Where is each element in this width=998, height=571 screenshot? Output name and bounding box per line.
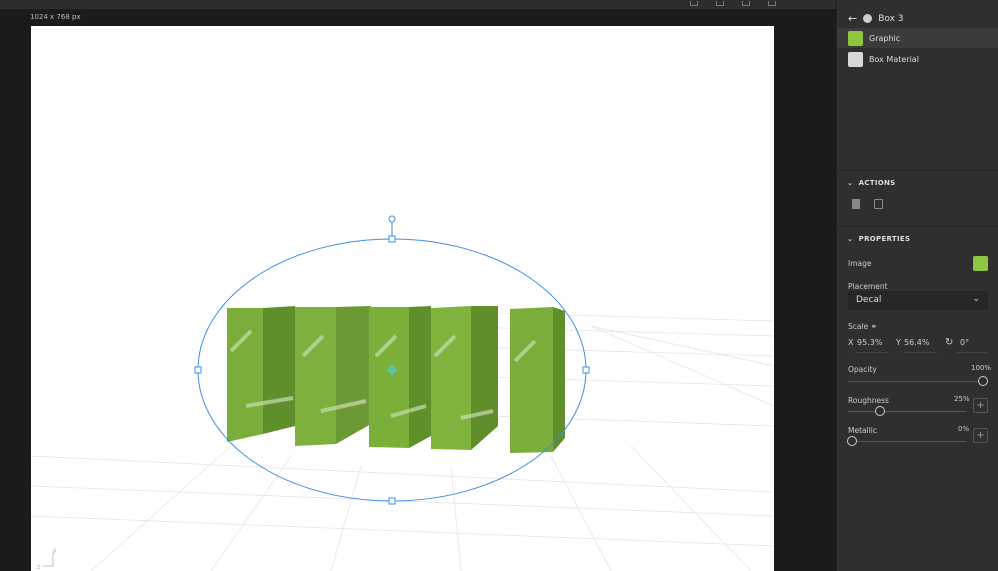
box xyxy=(295,306,371,446)
metallic-add-button[interactable]: + xyxy=(973,428,988,443)
panel-header: ← Box 3 xyxy=(848,12,904,25)
placement-select[interactable]: Decal ⌄ xyxy=(848,291,988,310)
artboard[interactable]: y z xyxy=(31,26,774,571)
resize-handle xyxy=(194,366,202,374)
layer-label: Box Material xyxy=(869,54,919,64)
metallic-label: Metallic xyxy=(848,426,877,435)
opacity-label: Opacity xyxy=(848,365,877,374)
replace-icon[interactable] xyxy=(874,199,883,209)
toolbar-icon[interactable] xyxy=(690,1,698,6)
scale-x-label: X xyxy=(848,338,854,347)
rotate-handle xyxy=(388,215,396,223)
resize-handle xyxy=(388,235,396,243)
trash-icon[interactable] xyxy=(852,199,860,209)
green-boxes xyxy=(227,306,565,453)
image-label: Image xyxy=(848,259,872,268)
roughness-add-button[interactable]: + xyxy=(973,398,988,413)
layer-graphic[interactable]: Graphic xyxy=(837,28,998,48)
metallic-value: 0% xyxy=(958,425,970,433)
properties-panel: ← Box 3 Graphic Box Material ⌄ ACTIONS ⌄… xyxy=(836,0,998,571)
panel-title: Box 3 xyxy=(878,13,904,24)
toolbar-icon[interactable] xyxy=(768,1,776,6)
box xyxy=(510,307,565,453)
resize-handle xyxy=(388,497,396,505)
rotate-icon: ↻ xyxy=(945,337,954,348)
actions-section-header[interactable]: ⌄ ACTIONS xyxy=(837,170,998,195)
roughness-slider-handle[interactable] xyxy=(875,406,885,416)
model-icon xyxy=(863,14,873,23)
scene-viewport[interactable]: y z xyxy=(31,26,774,571)
box xyxy=(431,306,498,450)
roughness-label: Roughness xyxy=(848,396,889,405)
layer-label: Graphic xyxy=(869,33,901,43)
properties-section-header[interactable]: ⌄ PROPERTIES xyxy=(837,226,998,251)
back-arrow-icon[interactable]: ← xyxy=(848,12,857,25)
metallic-slider-handle[interactable] xyxy=(847,436,857,446)
placement-value: Decal xyxy=(856,295,882,305)
top-toolbar xyxy=(0,0,838,9)
material-swatch xyxy=(848,51,863,67)
scale-x-input[interactable]: 95.3% xyxy=(857,338,882,347)
box xyxy=(227,306,295,442)
rotation-input[interactable]: 0° xyxy=(960,338,969,347)
opacity-slider-handle[interactable] xyxy=(978,376,988,386)
layer-box-material[interactable]: Box Material xyxy=(837,49,998,69)
scale-y-label: Y xyxy=(896,338,901,347)
toolbar-icon[interactable] xyxy=(716,1,724,6)
scale-label: Scale ⚭ xyxy=(848,322,877,331)
actions-label: ACTIONS xyxy=(858,179,896,187)
roughness-value: 25% xyxy=(954,395,970,403)
resize-handle xyxy=(582,366,590,374)
placement-label: Placement xyxy=(848,282,888,291)
roughness-slider[interactable] xyxy=(848,411,966,412)
scale-y-input[interactable]: 56.4% xyxy=(904,338,929,347)
opacity-value: 100% xyxy=(971,364,992,372)
link-icon[interactable]: ⚭ xyxy=(871,322,877,331)
graphic-swatch xyxy=(848,30,863,46)
axis-z-label: z xyxy=(37,564,40,571)
axis-y-label: y xyxy=(53,547,57,554)
properties-label: PROPERTIES xyxy=(858,235,911,243)
metallic-slider[interactable] xyxy=(848,441,966,442)
image-swatch-button[interactable] xyxy=(973,256,988,271)
opacity-slider[interactable] xyxy=(848,381,988,382)
canvas-area[interactable]: 1024 x 768 px y z xyxy=(0,9,836,571)
artboard-dimensions: 1024 x 768 px xyxy=(30,13,81,21)
box xyxy=(369,306,431,448)
axis-gizmo: y z xyxy=(37,547,57,571)
chevron-down-icon: ⌄ xyxy=(972,294,980,304)
toolbar-icon[interactable] xyxy=(742,1,750,6)
